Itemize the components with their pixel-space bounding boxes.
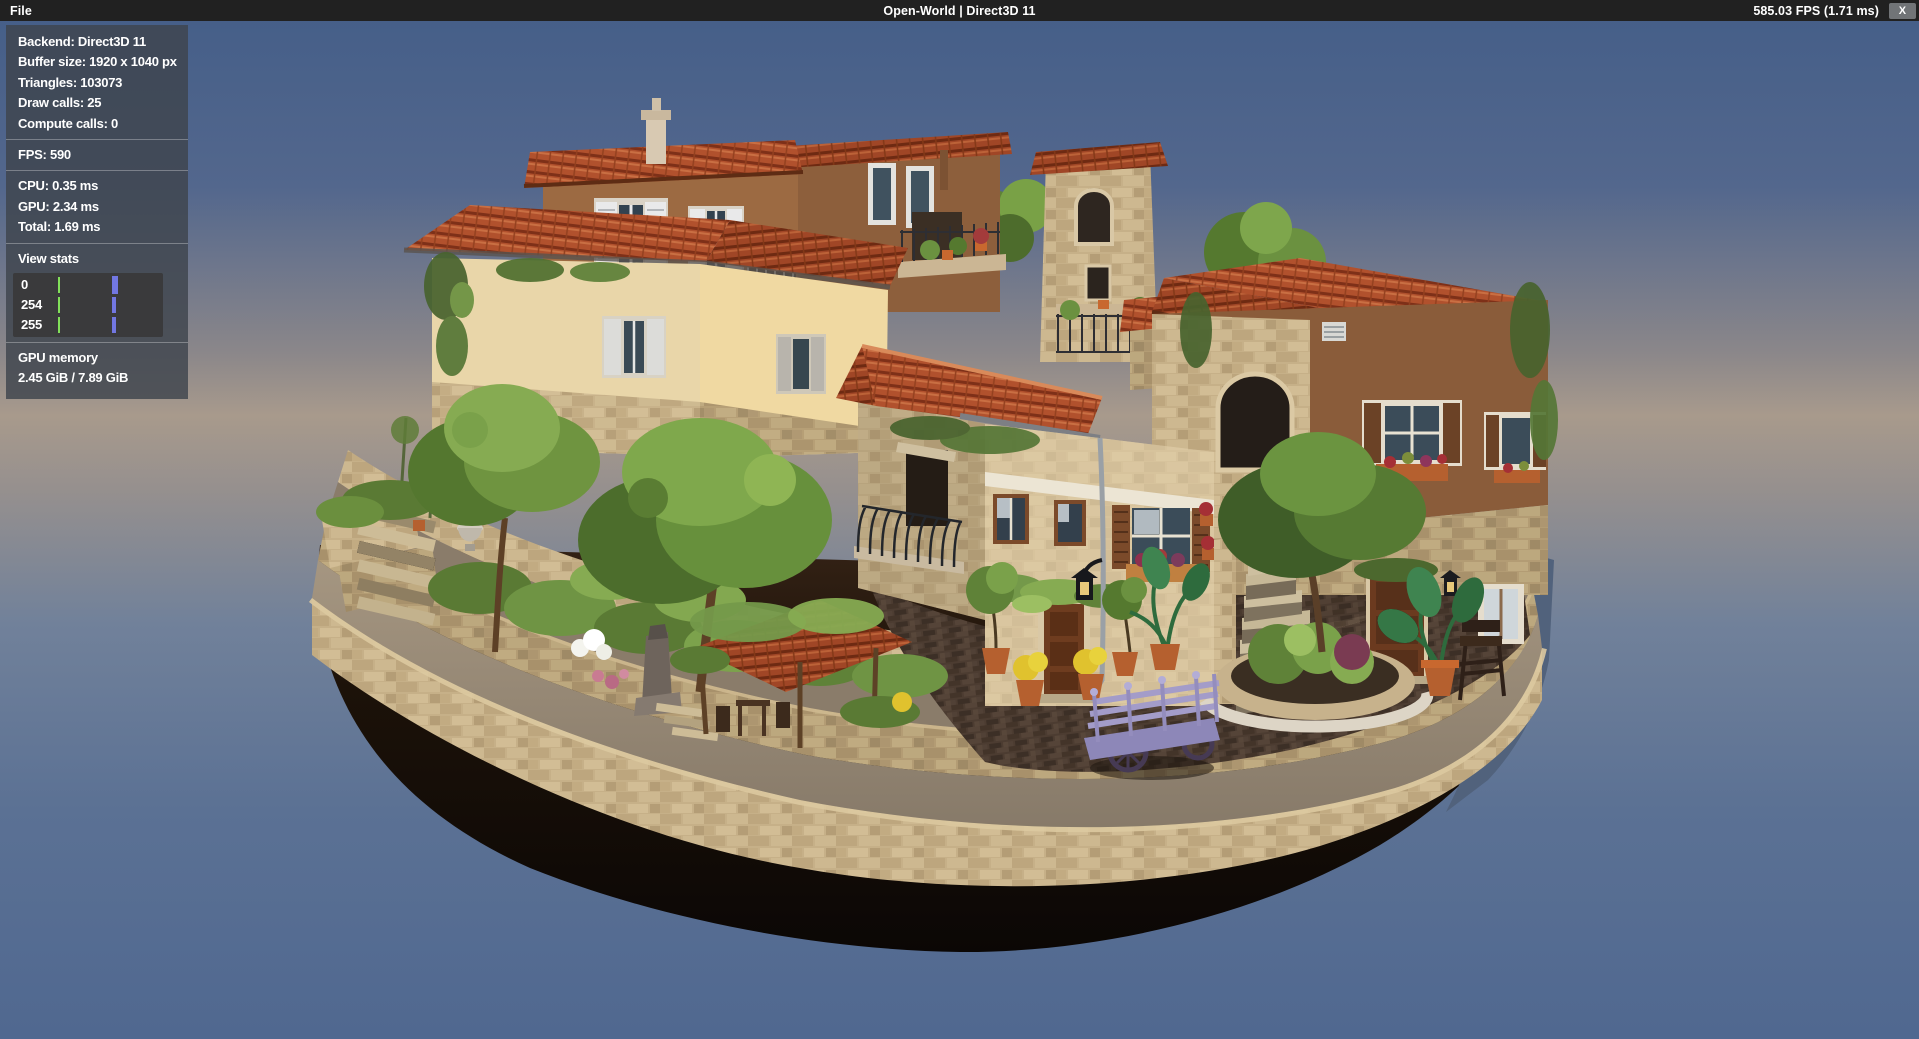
histogram-purple-tick bbox=[112, 297, 116, 313]
stats-overlay-panel: Backend: Direct3D 11 Buffer size: 1920 x… bbox=[6, 25, 188, 399]
histogram-row: 0 bbox=[13, 275, 163, 295]
viewport-3d[interactable] bbox=[0, 0, 1919, 1039]
stat-draw-calls: Draw calls: 25 bbox=[6, 93, 188, 113]
gpu-memory-value: 2.45 GiB / 7.89 GiB bbox=[6, 368, 188, 388]
histogram-green-tick bbox=[58, 317, 60, 333]
histogram-green-tick bbox=[58, 277, 60, 293]
histogram-row: 254 bbox=[13, 295, 163, 315]
close-button[interactable]: X bbox=[1889, 3, 1916, 19]
view-stats-histogram: 0 254 255 bbox=[13, 273, 163, 337]
stat-compute-calls: Compute calls: 0 bbox=[6, 114, 188, 134]
tower-arched-window bbox=[1076, 190, 1112, 244]
menu-file[interactable]: File bbox=[0, 0, 48, 21]
stat-fps: FPS: 590 bbox=[6, 145, 188, 165]
front-window-2 bbox=[1054, 500, 1086, 546]
title-bar: File Open-World | Direct3D 11 585.03 FPS… bbox=[0, 0, 1919, 21]
panel-divider bbox=[6, 170, 188, 171]
panel-divider bbox=[6, 342, 188, 343]
stat-triangles: Triangles: 103073 bbox=[6, 73, 188, 93]
histogram-green-tick bbox=[58, 297, 60, 313]
terracotta-pot bbox=[413, 520, 425, 531]
histogram-purple-tick bbox=[112, 276, 118, 294]
front-window-1 bbox=[993, 494, 1029, 544]
view-stats-label: View stats bbox=[6, 249, 188, 269]
cream-window bbox=[602, 316, 666, 378]
histogram-purple-tick bbox=[112, 317, 116, 333]
gpu-memory-label: GPU memory bbox=[6, 348, 188, 368]
window-title: Open-World | Direct3D 11 bbox=[883, 4, 1035, 18]
panel-divider bbox=[6, 243, 188, 244]
stat-gpu: GPU: 2.34 ms bbox=[6, 197, 188, 217]
tower-window-small bbox=[1086, 266, 1110, 300]
close-icon: X bbox=[1899, 5, 1906, 17]
stat-buffer-size: Buffer size: 1920 x 1040 px bbox=[6, 52, 188, 72]
stat-total: Total: 1.69 ms bbox=[6, 217, 188, 237]
fps-readout: 585.03 FPS (1.71 ms) bbox=[1753, 4, 1879, 18]
histogram-row-label: 255 bbox=[21, 315, 42, 335]
stat-cpu: CPU: 0.35 ms bbox=[6, 176, 188, 196]
panel-divider bbox=[6, 139, 188, 140]
app-window: { "titlebar": { "menu_file": "File", "ti… bbox=[0, 0, 1919, 1039]
stat-backend: Backend: Direct3D 11 bbox=[6, 32, 188, 52]
histogram-row: 255 bbox=[13, 315, 163, 335]
side-window bbox=[776, 334, 826, 394]
histogram-row-label: 254 bbox=[21, 295, 42, 315]
right-lower-window bbox=[1478, 584, 1524, 644]
histogram-row-label: 0 bbox=[21, 275, 28, 295]
